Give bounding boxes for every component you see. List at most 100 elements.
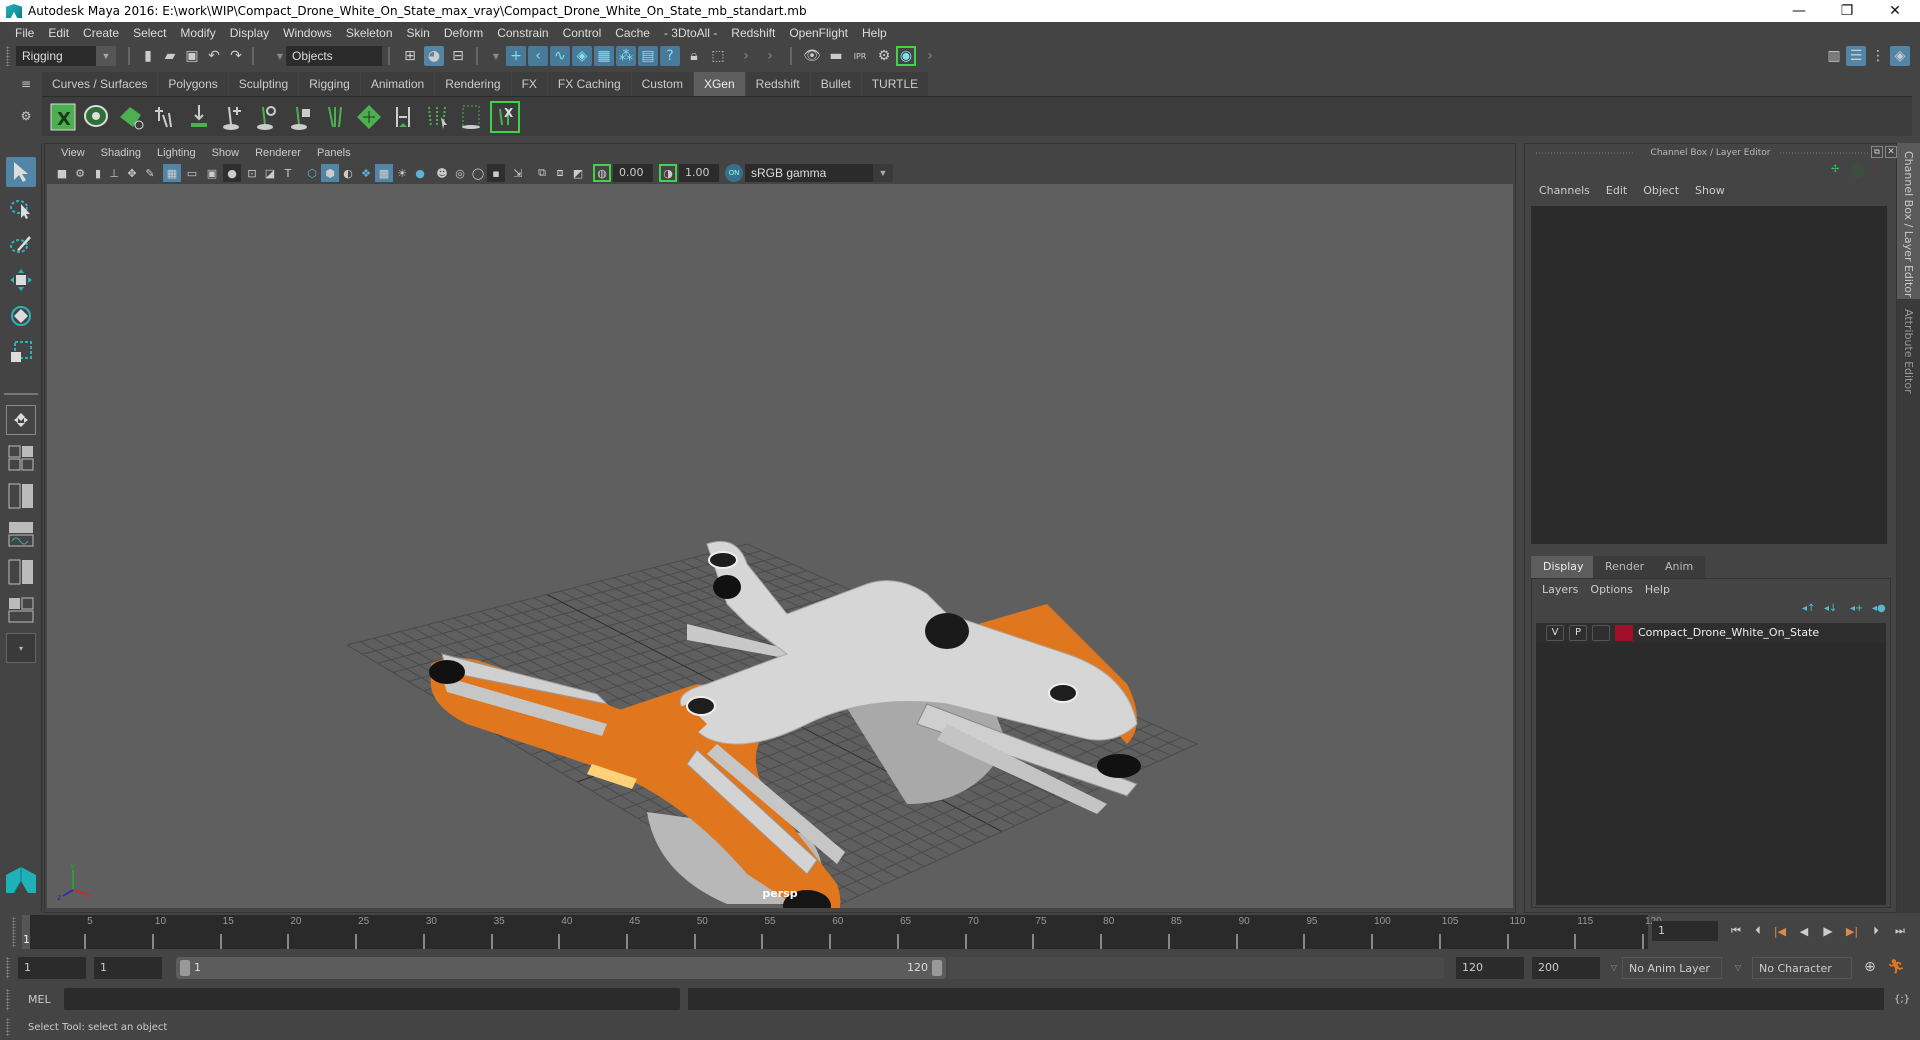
wireframe-on-shaded-icon[interactable]: ◐: [339, 164, 357, 182]
play-backwards-icon[interactable]: ◀: [1794, 921, 1814, 941]
time-slider-track[interactable]: 1 5 10 15 20 25 30 35 40 45 50 55 60 65 70 75 80 85 90 95 1…: [22, 915, 1662, 949]
panel-menu-renderer[interactable]: Renderer: [247, 147, 309, 159]
shelf-tab-custom[interactable]: Custom: [631, 72, 693, 96]
go-to-end-icon[interactable]: ⏭: [1890, 921, 1910, 941]
selection-mode-field[interactable]: Objects: [286, 46, 382, 66]
xgen-delete-guides-icon[interactable]: X: [490, 101, 520, 133]
layer-tab-anim[interactable]: Anim: [1653, 556, 1706, 578]
move-layer-up-icon[interactable]: ◂↑: [1802, 603, 1818, 617]
shelf-tab-curves-surfaces[interactable]: Curves / Surfaces: [42, 72, 158, 96]
menu-select[interactable]: Select: [126, 26, 173, 40]
float-panel-icon[interactable]: ⧉: [1871, 146, 1883, 158]
close-button[interactable]: ✕: [1872, 0, 1918, 22]
xgen-preview-icon[interactable]: [82, 101, 112, 133]
select-deformations-icon[interactable]: ▦: [594, 46, 614, 66]
channel-menu-object[interactable]: Object: [1635, 184, 1687, 202]
single-perspective-layout-icon[interactable]: [6, 405, 36, 435]
xgen-add-guides-icon[interactable]: [218, 101, 248, 133]
animation-start-field[interactable]: 1: [18, 957, 86, 979]
hypershade-icon[interactable]: ◉: [896, 46, 916, 66]
panel-menu-shading[interactable]: Shading: [93, 147, 149, 159]
layer-name[interactable]: Compact_Drone_White_On_State: [1638, 626, 1819, 639]
shelf-tab-xgen[interactable]: XGen: [693, 72, 745, 96]
select-handles-icon[interactable]: +: [506, 46, 526, 66]
highlight-selection-icon[interactable]: ⬚: [708, 46, 728, 66]
menu-help[interactable]: Help: [855, 26, 894, 40]
grease-pencil-icon[interactable]: ✎: [141, 164, 159, 182]
select-object-icon[interactable]: ◕: [424, 46, 444, 66]
backface-culling-icon[interactable]: ◩: [569, 164, 587, 182]
drone-model[interactable]: [429, 541, 1141, 909]
xgen-flip-guides-icon[interactable]: [388, 101, 418, 133]
attribute-editor-toggle-icon[interactable]: ☰: [1846, 46, 1866, 66]
menu-windows[interactable]: Windows: [276, 26, 339, 40]
multisample-aa-icon[interactable]: ◎: [451, 164, 469, 182]
move-layer-down-icon[interactable]: ◂↓: [1824, 603, 1840, 617]
range-end-handle[interactable]: [932, 960, 942, 976]
channel-box-toggle-icon[interactable]: ◈: [1890, 46, 1910, 66]
rotate-tool-icon[interactable]: [6, 301, 36, 331]
drag-handle[interactable]: [6, 957, 10, 979]
panel-menu-view[interactable]: View: [53, 147, 93, 159]
character-set-dropdown-icon[interactable]: ▽: [1728, 957, 1748, 977]
side-tab-channel-box[interactable]: Channel Box / Layer Editor: [1897, 143, 1920, 299]
anim-layer-dropdown-icon[interactable]: ▽: [1604, 957, 1624, 977]
speed-toggle-icon[interactable]: [1851, 164, 1865, 178]
select-tool-icon[interactable]: [6, 157, 36, 187]
3d-viewport[interactable]: y x z persp: [47, 184, 1513, 908]
restore-button[interactable]: ❐: [1824, 0, 1870, 22]
new-layer-from-selected-icon[interactable]: ◂●: [1872, 603, 1888, 617]
drag-handle[interactable]: [6, 1018, 10, 1036]
auto-keyframe-icon[interactable]: ⊕: [1860, 957, 1880, 977]
new-layer-icon[interactable]: ◂+: [1850, 603, 1866, 617]
go-to-start-icon[interactable]: ⏮: [1726, 921, 1746, 941]
use-all-lights-icon[interactable]: ▩: [375, 164, 393, 182]
ipr-render-icon[interactable]: IPR: [850, 46, 870, 66]
shelf-tab-rigging[interactable]: Rigging: [299, 72, 360, 96]
image-plane-icon[interactable]: ⊥: [105, 164, 123, 182]
select-component-icon[interactable]: ⊟: [448, 46, 468, 66]
anim-layer-field[interactable]: No Anim Layer: [1622, 957, 1722, 979]
channel-box-list[interactable]: [1531, 206, 1887, 544]
step-back-key-icon[interactable]: |◀: [1770, 921, 1790, 941]
shelf-tab-turtle[interactable]: TURTLE: [861, 72, 929, 96]
xgen-window-icon[interactable]: X: [48, 101, 78, 133]
panel-menu-panels[interactable]: Panels: [309, 147, 359, 159]
expand-arrow-icon[interactable]: ›: [736, 46, 756, 66]
menu-modify[interactable]: Modify: [173, 26, 222, 40]
animation-end-field[interactable]: 200: [1532, 957, 1600, 979]
script-editor-icon[interactable]: {;}: [1892, 989, 1912, 1009]
undo-icon[interactable]: ↶: [204, 46, 224, 66]
current-frame-field[interactable]: 1: [1652, 921, 1718, 941]
outliner-persp-layout-icon[interactable]: [6, 481, 36, 511]
select-hierarchy-icon[interactable]: ⊞: [400, 46, 420, 66]
xgen-guide-visibility-icon[interactable]: [252, 101, 282, 133]
layer-color-swatch[interactable]: [1615, 625, 1633, 641]
modeling-toolkit-icon[interactable]: ▥: [1824, 46, 1844, 66]
grid-toggle-icon[interactable]: ▦: [163, 164, 181, 182]
layer-playback-toggle[interactable]: P: [1569, 625, 1587, 641]
select-surfaces-icon[interactable]: ◈: [572, 46, 592, 66]
menuset-dropdown[interactable]: Rigging ▼: [16, 46, 116, 66]
shelf-tab-rendering[interactable]: Rendering: [435, 72, 511, 96]
select-curves-icon[interactable]: ∿: [550, 46, 570, 66]
drag-handle[interactable]: [1779, 152, 1869, 154]
range-slider[interactable]: 1 120: [176, 957, 946, 979]
xray-icon[interactable]: ⇲: [509, 164, 527, 182]
drag-handle[interactable]: [6, 46, 10, 66]
channel-menu-edit[interactable]: Edit: [1598, 184, 1635, 202]
color-management-toggle-icon[interactable]: ON: [725, 164, 743, 182]
menu-redshift[interactable]: Redshift: [724, 26, 782, 40]
step-forward-key-icon[interactable]: ▶|: [1842, 921, 1862, 941]
menu-skeleton[interactable]: Skeleton: [339, 26, 400, 40]
lock-selection-icon[interactable]: 🔒︎: [684, 46, 704, 66]
range-start-handle[interactable]: [180, 960, 190, 976]
xgen-guide-bounds-icon[interactable]: [456, 101, 486, 133]
xgen-density-icon[interactable]: [354, 101, 384, 133]
safe-action-icon[interactable]: ◪: [261, 164, 279, 182]
xgen-lock-guides-icon[interactable]: [286, 101, 316, 133]
drag-handle[interactable]: [6, 989, 10, 1011]
depth-of-field-icon[interactable]: ◯: [469, 164, 487, 182]
menu-control[interactable]: Control: [556, 26, 609, 40]
menu-display[interactable]: Display: [223, 26, 276, 40]
